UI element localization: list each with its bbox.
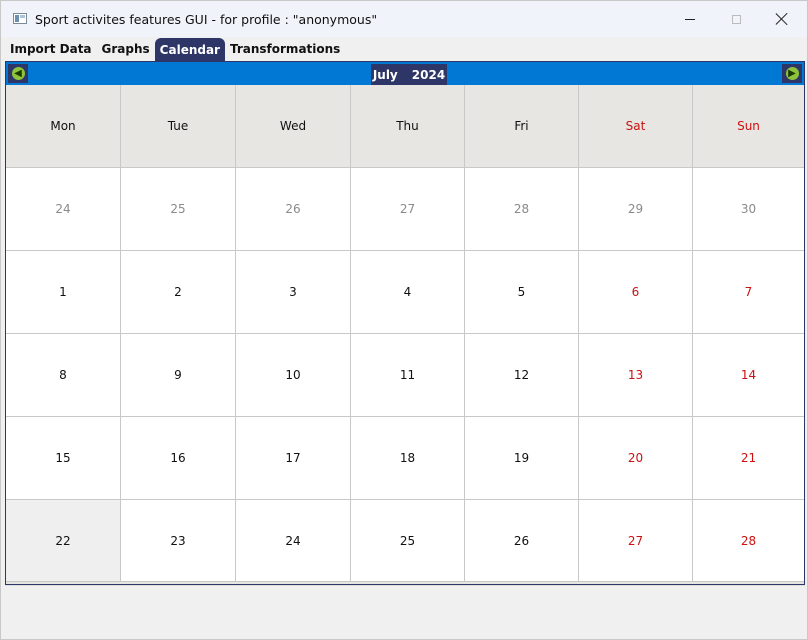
close-button[interactable]: [759, 1, 805, 37]
day-cell[interactable]: 29: [579, 168, 693, 251]
month-year-label: July 2024: [371, 64, 447, 85]
next-month-button[interactable]: ▶: [782, 64, 802, 83]
day-cell[interactable]: 26: [236, 168, 351, 251]
app-window: Sport activites features GUI - for profi…: [0, 0, 808, 640]
day-cell[interactable]: 6: [579, 251, 693, 334]
window-title: Sport activites features GUI - for profi…: [35, 12, 378, 27]
arrow-left-icon: ◀: [11, 67, 25, 80]
tab-calendar[interactable]: Calendar: [154, 38, 225, 62]
day-cell[interactable]: 14: [693, 334, 804, 417]
calendar-grid: Mon Tue Wed Thu Fri Sat Sun 24 25 26 27 …: [6, 85, 804, 582]
arrow-right-icon: ▶: [785, 67, 799, 80]
day-cell[interactable]: 7: [693, 251, 804, 334]
maximize-button[interactable]: [713, 1, 759, 37]
minimize-icon: [685, 18, 695, 20]
day-cell[interactable]: 2: [121, 251, 236, 334]
app-icon: [13, 13, 27, 24]
minimize-button[interactable]: [667, 1, 713, 37]
day-cell[interactable]: 10: [236, 334, 351, 417]
day-cell[interactable]: 1: [6, 251, 121, 334]
day-cell[interactable]: 19: [465, 417, 579, 500]
day-cell[interactable]: 9: [121, 334, 236, 417]
day-cell[interactable]: 27: [351, 168, 465, 251]
week-row: 15 16 17 18 19 20 21: [6, 417, 804, 500]
day-cell[interactable]: 17: [236, 417, 351, 500]
day-cell[interactable]: 25: [351, 500, 465, 582]
day-cell[interactable]: 13: [579, 334, 693, 417]
day-cell[interactable]: 11: [351, 334, 465, 417]
day-cell[interactable]: 28: [693, 500, 804, 582]
prev-month-button[interactable]: ◀: [8, 64, 28, 83]
week-row: 8 9 10 11 12 13 14: [6, 334, 804, 417]
week-row: 1 2 3 4 5 6 7: [6, 251, 804, 334]
month-label: July: [372, 67, 398, 82]
close-icon: [775, 12, 789, 26]
weekday-header: Mon: [6, 85, 121, 168]
day-cell[interactable]: 27: [579, 500, 693, 582]
tab-transformations[interactable]: Transformations: [225, 38, 345, 61]
weekday-header: Sat: [579, 85, 693, 168]
week-row: 24 25 26 27 28 29 30: [6, 168, 804, 251]
calendar-nav-bar: ◀ July 2024 ▶: [6, 62, 804, 85]
day-cell-today[interactable]: 22: [6, 500, 121, 582]
calendar-panel: ◀ July 2024 ▶ Mon Tue Wed Thu Fri Sat Su…: [5, 61, 805, 585]
day-cell[interactable]: 8: [6, 334, 121, 417]
weekday-header: Fri: [465, 85, 579, 168]
title-bar: Sport activites features GUI - for profi…: [1, 1, 807, 37]
day-cell[interactable]: 3: [236, 251, 351, 334]
day-cell[interactable]: 21: [693, 417, 804, 500]
day-cell[interactable]: 20: [579, 417, 693, 500]
weekday-header: Wed: [236, 85, 351, 168]
day-cell[interactable]: 26: [465, 500, 579, 582]
day-cell[interactable]: 28: [465, 168, 579, 251]
day-cell[interactable]: 12: [465, 334, 579, 417]
day-cell[interactable]: 5: [465, 251, 579, 334]
tab-bar: Import Data Graphs Calendar Transformati…: [5, 38, 345, 62]
day-cell[interactable]: 18: [351, 417, 465, 500]
day-cell[interactable]: 24: [236, 500, 351, 582]
day-cell[interactable]: 24: [6, 168, 121, 251]
tab-graphs[interactable]: Graphs: [97, 38, 155, 61]
day-cell[interactable]: 15: [6, 417, 121, 500]
weekday-header: Sun: [693, 85, 804, 168]
day-cell[interactable]: 16: [121, 417, 236, 500]
weekday-header-row: Mon Tue Wed Thu Fri Sat Sun: [6, 85, 804, 168]
year-label: 2024: [411, 67, 446, 82]
weekday-header: Tue: [121, 85, 236, 168]
day-cell[interactable]: 4: [351, 251, 465, 334]
tab-import-data[interactable]: Import Data: [5, 38, 97, 61]
week-row: 22 23 24 25 26 27 28: [6, 500, 804, 582]
weekday-header: Thu: [351, 85, 465, 168]
status-area: [5, 585, 805, 638]
day-cell[interactable]: 25: [121, 168, 236, 251]
day-cell[interactable]: 23: [121, 500, 236, 582]
day-cell[interactable]: 30: [693, 168, 804, 251]
maximize-icon: [731, 14, 741, 24]
